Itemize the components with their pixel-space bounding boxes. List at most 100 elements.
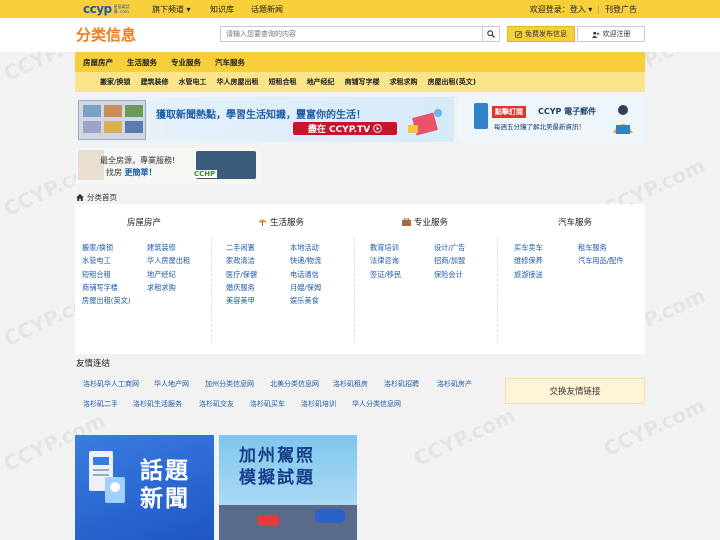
dir-link[interactable]: 旅游接送 xyxy=(514,270,543,280)
friend-link[interactable]: 洛杉矶培训 xyxy=(301,399,336,409)
tv-banner-text: 獲取新聞熱點，學習生活知識，豐富你的生活！ xyxy=(156,110,366,121)
dir-link[interactable]: 快递/物流 xyxy=(290,256,321,266)
dir-link[interactable]: 二手闲置 xyxy=(226,243,255,253)
house-banner-line2: 找房 更簡單！ xyxy=(106,167,157,178)
dir-link[interactable]: 租车服务 xyxy=(578,243,607,253)
dir-link[interactable]: 买车卖车 xyxy=(514,243,543,253)
register-button[interactable]: 欢迎注册 xyxy=(577,26,645,42)
driving-test-line1: 加州駕照 xyxy=(239,446,315,466)
dir-link[interactable]: 招商/加盟 xyxy=(434,256,465,266)
exchange-links-button[interactable]: 交换友情链接 xyxy=(505,378,645,404)
dir-link[interactable]: 地产经纪 xyxy=(147,270,176,280)
dir-link[interactable]: 娱乐美食 xyxy=(290,296,319,306)
post-free-button[interactable]: 免费发布信息 xyxy=(507,26,575,42)
dir-link[interactable]: 搬家/换锁 xyxy=(82,243,113,253)
driving-test-text: 加州駕照 模擬試題 xyxy=(239,445,315,489)
ccyp-tv-banner[interactable]: 獲取新聞熱點，學習生活知識，豐富你的生活！ 盡在 CCYP.TV xyxy=(76,97,454,142)
dir-link[interactable]: 商铺写字楼 xyxy=(82,283,118,293)
dir-link[interactable]: 家政清洁 xyxy=(226,256,255,266)
friend-link[interactable]: 洛杉矶买车 xyxy=(250,399,285,409)
dir-link[interactable]: 建筑装修 xyxy=(147,243,176,253)
search-icon xyxy=(487,30,495,38)
friend-link[interactable]: 洛杉矶房产 xyxy=(437,379,472,389)
header: 分类信息 免费发布信息 欢迎注册 xyxy=(0,18,720,52)
friend-link[interactable]: 北美分类信息网 xyxy=(270,379,319,389)
dir-link[interactable]: 保险会计 xyxy=(434,270,463,280)
friend-link[interactable]: 洛杉矶华人工商网 xyxy=(83,379,139,389)
dir-link[interactable]: 美容美甲 xyxy=(226,296,255,306)
post-free-label: 免费发布信息 xyxy=(525,30,567,38)
nav-knowledge[interactable]: 知识库 xyxy=(210,0,234,18)
friend-link[interactable]: 洛杉矶租房 xyxy=(333,379,368,389)
category-directory: 房屋房产 搬家/换锁 建筑装修 水管电工 华人房屋出租 短租合租 地产经纪 商铺… xyxy=(75,204,645,354)
phone-icon xyxy=(474,103,488,129)
dir-heading-life[interactable]: 生活服务 xyxy=(258,216,304,228)
driving-test-line2: 模擬試題 xyxy=(239,468,315,488)
news-app-icon xyxy=(89,451,125,503)
main-cat-auto[interactable]: 汽车服务 xyxy=(215,57,245,68)
dir-link[interactable]: 汽车用品/配件 xyxy=(578,256,624,266)
column-divider xyxy=(211,238,212,342)
dir-link[interactable]: 求租求购 xyxy=(147,283,176,293)
sub-cat-item[interactable]: 建筑装修 xyxy=(141,77,169,87)
sub-cat-item[interactable]: 搬家/换锁 xyxy=(100,77,131,87)
dir-link[interactable]: 教育培训 xyxy=(370,243,399,253)
friend-link[interactable]: 洛杉矶招聘 xyxy=(384,379,419,389)
main-cat-life[interactable]: 生活服务 xyxy=(127,57,157,68)
house-banner-line1: 最全房源，專業服務! xyxy=(100,156,176,165)
topic-news-tile[interactable]: 話題新聞 xyxy=(75,435,214,540)
main-cat-pro[interactable]: 专业服务 xyxy=(171,57,201,68)
dir-link[interactable]: 电话通信 xyxy=(290,270,319,280)
dir-link[interactable]: 华人房屋出租 xyxy=(147,256,190,266)
advertise-link[interactable]: 刊登广告 xyxy=(600,4,720,15)
dir-heading-life-label: 生活服务 xyxy=(270,218,305,228)
sub-cat-item[interactable]: 房屋出租(英文) xyxy=(428,77,476,87)
sub-cat-item[interactable]: 华人房屋出租 xyxy=(217,77,259,87)
dir-link[interactable]: 短租合租 xyxy=(82,270,111,280)
dir-link[interactable]: 婚庆服务 xyxy=(226,283,255,293)
friend-link[interactable]: 加州分类信息网 xyxy=(205,379,254,389)
login-link[interactable]: 登入 ▾ xyxy=(570,4,598,15)
driving-test-tile[interactable]: 加州駕照 模擬試題 xyxy=(219,435,357,540)
dir-heading-auto[interactable]: 汽车服务 xyxy=(558,216,592,228)
dir-link[interactable]: 签证/移民 xyxy=(370,270,401,280)
main-cat-housing[interactable]: 房屋房产 xyxy=(83,57,113,68)
search-button[interactable] xyxy=(482,27,499,41)
watermark: CCYP.com xyxy=(410,403,519,471)
dir-link[interactable]: 房屋出租(英文) xyxy=(82,296,131,306)
dir-link[interactable]: 维修保养 xyxy=(514,256,543,266)
dir-link[interactable]: 医疗/保健 xyxy=(226,270,257,280)
sub-cat-item[interactable]: 地产经纪 xyxy=(307,77,335,87)
nav-channels[interactable]: 旗下频道 ▾ xyxy=(152,0,191,18)
site-logo[interactable]: ccyp 星島電話簿 .com xyxy=(83,2,131,16)
sub-cat-item[interactable]: 求租求购 xyxy=(390,77,418,87)
friend-link[interactable]: 华人分类信息网 xyxy=(352,399,401,409)
newsletter-banner[interactable]: 點擊訂閱 CCYP 電子郵件 每週五分鐘了解北美最新資訊！ xyxy=(458,97,645,142)
cchp-house-banner[interactable]: 最全房源，專業服務! 找房 更簡單！ CCHP xyxy=(76,148,261,184)
dir-heading-housing[interactable]: 房屋房产 xyxy=(127,216,161,228)
dir-heading-pro[interactable]: 专业服务 xyxy=(402,216,448,228)
dir-link[interactable]: 月嫂/保姆 xyxy=(290,283,321,293)
edit-icon xyxy=(515,30,522,38)
sub-cat-item[interactable]: 短租合租 xyxy=(269,77,297,87)
sub-cat-item[interactable]: 商铺写字楼 xyxy=(345,77,380,87)
dir-link[interactable]: 本地活动 xyxy=(290,243,319,253)
column-divider xyxy=(497,238,498,342)
dir-link[interactable]: 法律咨询 xyxy=(370,256,399,266)
friend-link[interactable]: 洛杉矶交友 xyxy=(199,399,234,409)
dir-link[interactable]: 设计/广告 xyxy=(434,243,465,253)
car-icon xyxy=(257,515,279,526)
friend-link[interactable]: 洛杉矶生活服务 xyxy=(133,399,182,409)
nav-topic-news[interactable]: 话题新闻 xyxy=(251,0,283,18)
video-screenshot-image xyxy=(78,100,146,140)
breadcrumb-home[interactable]: 分类首页 xyxy=(87,192,117,203)
tv-banner-pill: 盡在 CCYP.TV xyxy=(293,122,397,135)
dir-link[interactable]: 水管电工 xyxy=(82,256,111,266)
sub-cat-item[interactable]: 水管电工 xyxy=(179,77,207,87)
page-title[interactable]: 分类信息 xyxy=(76,24,136,45)
search-input[interactable] xyxy=(221,27,483,41)
friend-link[interactable]: 洛杉矶二手 xyxy=(83,399,118,409)
tv-pill-label: 盡在 CCYP.TV xyxy=(307,125,371,135)
friend-link[interactable]: 华人地产网 xyxy=(154,379,189,389)
main-category-row: 房屋房产 生活服务 专业服务 汽车服务 xyxy=(75,52,251,72)
